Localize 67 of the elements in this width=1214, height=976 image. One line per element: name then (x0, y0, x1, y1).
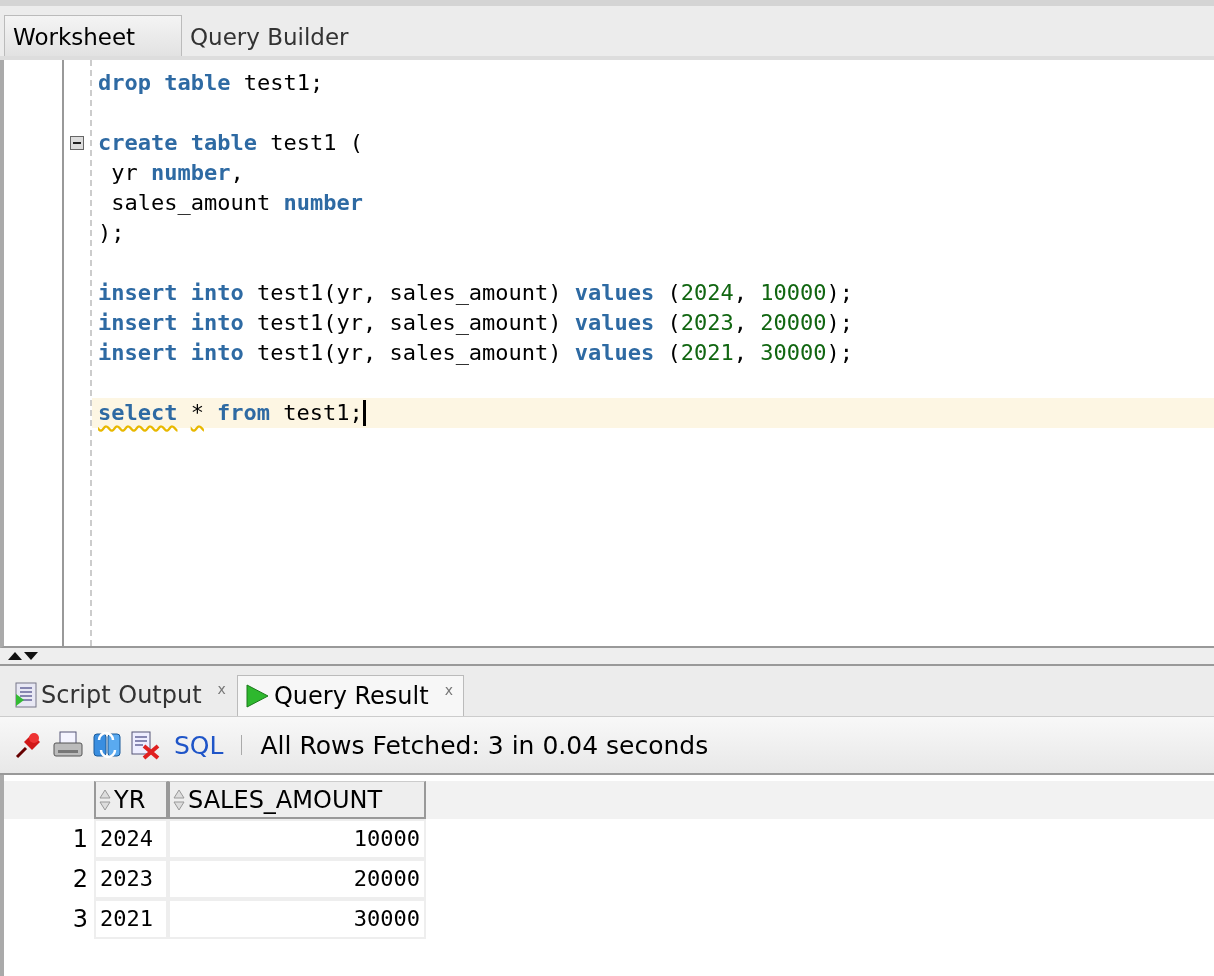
code-token: ); (98, 219, 125, 247)
code-token: , (733, 339, 749, 367)
play-icon (243, 683, 270, 709)
table-cell: 2024 (94, 819, 168, 859)
table-cell: 30000 (168, 899, 426, 939)
row-number: 1 (71, 824, 89, 855)
refresh-icon[interactable] (92, 730, 122, 760)
code-token: number (151, 159, 231, 187)
code-token: create table (98, 129, 257, 157)
code-token: test1; (282, 399, 363, 427)
code-token: 2021 (680, 339, 734, 367)
table-cell: 10000 (168, 819, 426, 859)
sql-link[interactable]: SQL (174, 730, 224, 760)
table-cell: 20000 (168, 859, 426, 899)
delete-document-icon[interactable] (130, 730, 160, 760)
code-token: drop table (98, 69, 231, 97)
code-token: * (190, 399, 204, 427)
document-icon (15, 682, 37, 708)
editor-tab[interactable]: Worksheet (4, 15, 182, 56)
code-token: sales_amount (110, 189, 272, 217)
output-tab[interactable]: Query Result x (236, 675, 464, 716)
printer-icon[interactable] (52, 730, 84, 760)
output-tab[interactable]: Script Output x (8, 674, 237, 716)
sort-icon (173, 788, 185, 811)
table-cell: 2021 (94, 899, 168, 939)
code-token: , (733, 279, 749, 307)
code-token: yr (110, 159, 139, 187)
code-token: ( (666, 339, 681, 367)
code-token: insert into (98, 309, 244, 337)
code-token: 2024 (680, 279, 734, 307)
code-token: values (574, 339, 655, 367)
collapse-icon[interactable] (70, 136, 84, 150)
code-token: ); (826, 339, 854, 367)
code-token: ); (826, 309, 854, 337)
code-token: ); (826, 279, 854, 307)
code-token: , (733, 309, 749, 337)
code-token: test1(yr, sales_amount) (255, 279, 563, 307)
code-token: test1(yr, sales_amount) (255, 339, 563, 367)
editor-tab[interactable]: Query Builder (182, 16, 359, 56)
sort-icon (99, 788, 111, 811)
code-token: 10000 (760, 279, 827, 307)
code-token: 2023 (680, 309, 734, 337)
code-token: test1; (242, 69, 324, 97)
code-token: ( (666, 279, 681, 307)
close-icon[interactable]: x (444, 682, 453, 698)
code-token: select (98, 399, 178, 427)
close-icon[interactable]: x (217, 681, 226, 697)
column-header[interactable]: YR (94, 781, 168, 819)
code-token: test1(yr, sales_amount) (255, 309, 563, 337)
code-token: test1 ( (269, 129, 363, 157)
status-text: All Rows Fetched: 3 in 0.04 seconds (260, 730, 709, 760)
table-cell: 2023 (94, 859, 168, 899)
code-token: insert into (98, 339, 244, 367)
code-token: values (574, 279, 655, 307)
code-token: from (217, 399, 271, 427)
code-token: values (574, 309, 655, 337)
code-token: insert into (98, 279, 244, 307)
row-number: 3 (71, 904, 89, 935)
row-number: 2 (71, 864, 89, 895)
text-cursor (362, 400, 366, 426)
code-token: , (230, 159, 244, 187)
code-token: ( (666, 309, 681, 337)
code-token: 20000 (760, 309, 827, 337)
code-token: 30000 (760, 339, 827, 367)
code-token: number (283, 189, 363, 217)
column-header[interactable]: SALES_AMOUNT (168, 781, 426, 819)
splitter-arrows-icon[interactable] (6, 651, 40, 661)
